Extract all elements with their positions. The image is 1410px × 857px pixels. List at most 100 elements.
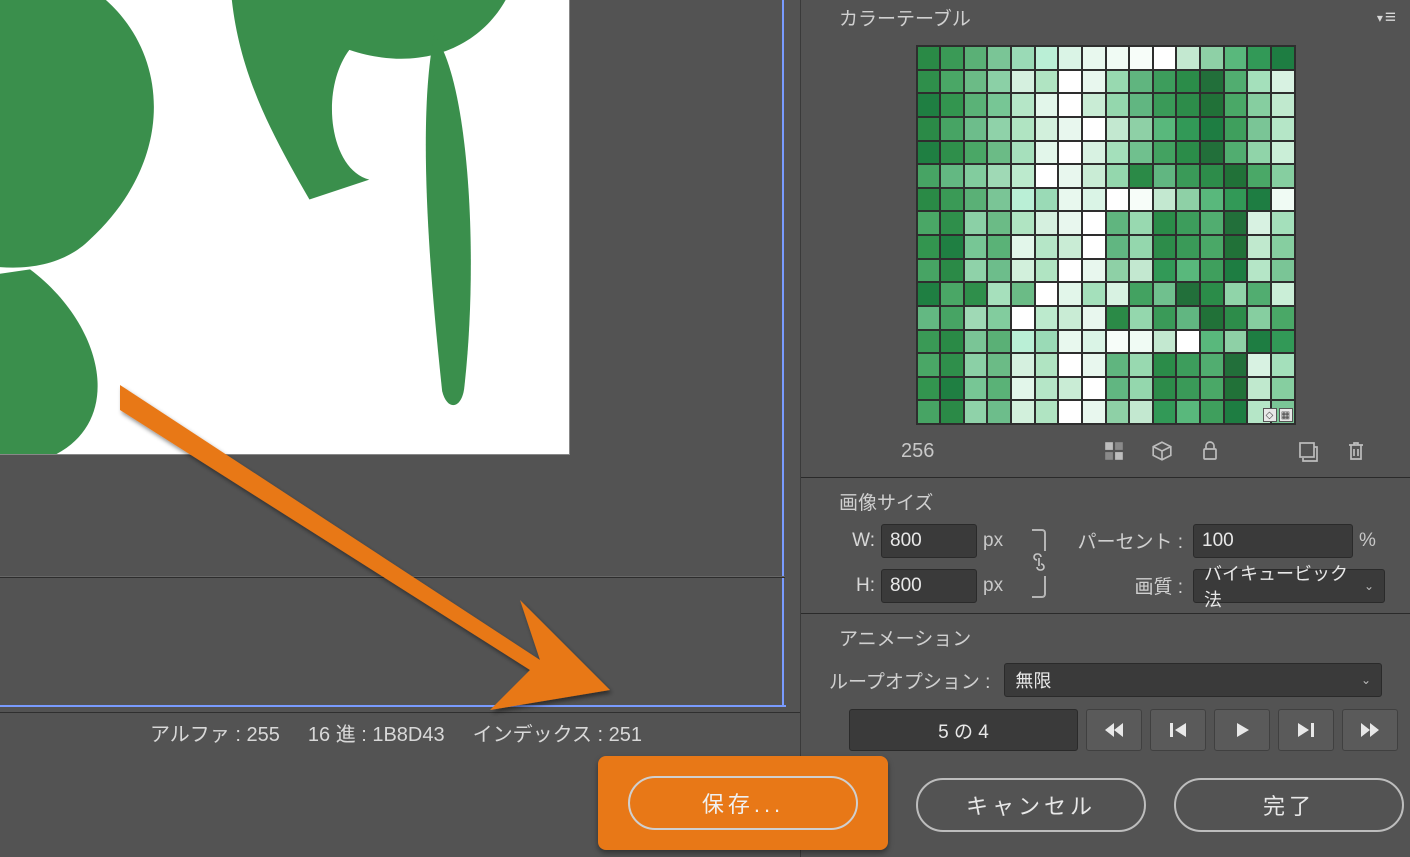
color-swatch[interactable] — [1082, 377, 1106, 401]
color-swatch[interactable] — [1153, 164, 1177, 188]
color-swatch[interactable] — [1106, 377, 1130, 401]
prev-frame-button[interactable] — [1150, 709, 1206, 751]
color-swatch[interactable] — [1011, 330, 1035, 354]
color-swatch[interactable] — [964, 117, 988, 141]
color-swatch[interactable] — [1082, 141, 1106, 165]
color-swatch[interactable] — [940, 117, 964, 141]
trash-icon[interactable] — [1342, 437, 1370, 465]
color-swatch[interactable] — [1247, 164, 1271, 188]
color-swatch[interactable] — [1271, 93, 1295, 117]
color-swatch[interactable] — [1058, 211, 1082, 235]
color-swatch[interactable] — [1247, 188, 1271, 212]
map-transparent-icon[interactable] — [1100, 437, 1128, 465]
color-swatch[interactable] — [1153, 46, 1177, 70]
width-input[interactable] — [881, 524, 977, 558]
color-swatch[interactable] — [1011, 306, 1035, 330]
color-swatch[interactable] — [1153, 70, 1177, 94]
color-swatch[interactable] — [1271, 353, 1295, 377]
color-swatch[interactable] — [987, 330, 1011, 354]
color-swatch[interactable] — [1011, 377, 1035, 401]
color-swatch[interactable] — [1153, 141, 1177, 165]
color-swatch[interactable] — [1153, 306, 1177, 330]
done-button[interactable]: 完了 — [1174, 778, 1404, 832]
first-frame-button[interactable] — [1086, 709, 1142, 751]
color-swatch[interactable] — [1271, 211, 1295, 235]
color-swatch[interactable] — [1011, 259, 1035, 283]
color-swatch[interactable] — [1200, 306, 1224, 330]
color-swatch[interactable] — [987, 141, 1011, 165]
color-swatch[interactable] — [917, 400, 941, 424]
color-swatch[interactable] — [1153, 235, 1177, 259]
default-swatch-icon[interactable]: ◇ — [1263, 408, 1277, 422]
color-swatch[interactable] — [940, 93, 964, 117]
color-swatch[interactable] — [1129, 330, 1153, 354]
color-swatch[interactable] — [1082, 188, 1106, 212]
color-swatch[interactable] — [964, 306, 988, 330]
color-swatch[interactable] — [1035, 282, 1059, 306]
color-swatch[interactable] — [1058, 235, 1082, 259]
color-swatch[interactable] — [1200, 235, 1224, 259]
color-swatch[interactable] — [1224, 330, 1248, 354]
color-swatch[interactable] — [940, 306, 964, 330]
color-swatch[interactable] — [1106, 70, 1130, 94]
color-swatch[interactable] — [940, 259, 964, 283]
color-swatch[interactable] — [1058, 306, 1082, 330]
color-swatch[interactable] — [917, 377, 941, 401]
color-swatch[interactable] — [1106, 211, 1130, 235]
color-swatch[interactable] — [1082, 93, 1106, 117]
color-swatch[interactable] — [987, 211, 1011, 235]
color-swatch[interactable] — [1035, 259, 1059, 283]
color-swatch[interactable] — [1176, 353, 1200, 377]
color-swatch[interactable] — [1035, 141, 1059, 165]
color-swatch[interactable] — [1106, 46, 1130, 70]
color-swatch[interactable] — [1082, 330, 1106, 354]
next-frame-button[interactable] — [1278, 709, 1334, 751]
color-swatch[interactable] — [940, 70, 964, 94]
color-swatch[interactable] — [987, 353, 1011, 377]
color-swatch[interactable] — [987, 70, 1011, 94]
color-swatch[interactable] — [1058, 46, 1082, 70]
color-swatch[interactable] — [917, 306, 941, 330]
color-swatch[interactable] — [1271, 330, 1295, 354]
color-swatch[interactable] — [1271, 306, 1295, 330]
lock-icon[interactable] — [1196, 437, 1224, 465]
color-swatch[interactable] — [917, 330, 941, 354]
color-swatch[interactable] — [1035, 70, 1059, 94]
color-swatch[interactable] — [1011, 46, 1035, 70]
color-swatch[interactable] — [1247, 282, 1271, 306]
color-table[interactable]: ◇ ▦ — [916, 45, 1296, 425]
color-swatch[interactable] — [964, 377, 988, 401]
color-swatch[interactable] — [1224, 93, 1248, 117]
color-swatch[interactable] — [1271, 164, 1295, 188]
color-swatch[interactable] — [1271, 117, 1295, 141]
color-swatch[interactable] — [1153, 282, 1177, 306]
color-swatch[interactable] — [1247, 46, 1271, 70]
quality-select[interactable]: バイキュービック法⌄ — [1193, 569, 1385, 603]
color-swatch[interactable] — [1035, 211, 1059, 235]
color-swatch[interactable] — [917, 164, 941, 188]
color-swatch[interactable] — [987, 282, 1011, 306]
color-swatch[interactable] — [1082, 164, 1106, 188]
color-swatch[interactable] — [940, 330, 964, 354]
color-swatch[interactable] — [1129, 93, 1153, 117]
color-swatch[interactable] — [917, 188, 941, 212]
color-swatch[interactable] — [1200, 282, 1224, 306]
color-swatch[interactable] — [1082, 259, 1106, 283]
color-swatch[interactable] — [917, 93, 941, 117]
color-swatch[interactable] — [1247, 306, 1271, 330]
color-swatch[interactable] — [1247, 259, 1271, 283]
color-swatch[interactable] — [1058, 117, 1082, 141]
color-swatch[interactable] — [1011, 211, 1035, 235]
color-swatch[interactable] — [1106, 164, 1130, 188]
color-swatch[interactable] — [1035, 46, 1059, 70]
color-swatch[interactable] — [1200, 259, 1224, 283]
color-swatch[interactable] — [940, 235, 964, 259]
color-swatch[interactable] — [987, 235, 1011, 259]
color-swatch[interactable] — [1176, 93, 1200, 117]
color-swatch[interactable] — [1058, 377, 1082, 401]
color-swatch[interactable] — [917, 117, 941, 141]
percent-input[interactable] — [1193, 524, 1353, 558]
color-swatch[interactable] — [1224, 141, 1248, 165]
color-swatch[interactable] — [1035, 306, 1059, 330]
color-swatch[interactable] — [1271, 188, 1295, 212]
